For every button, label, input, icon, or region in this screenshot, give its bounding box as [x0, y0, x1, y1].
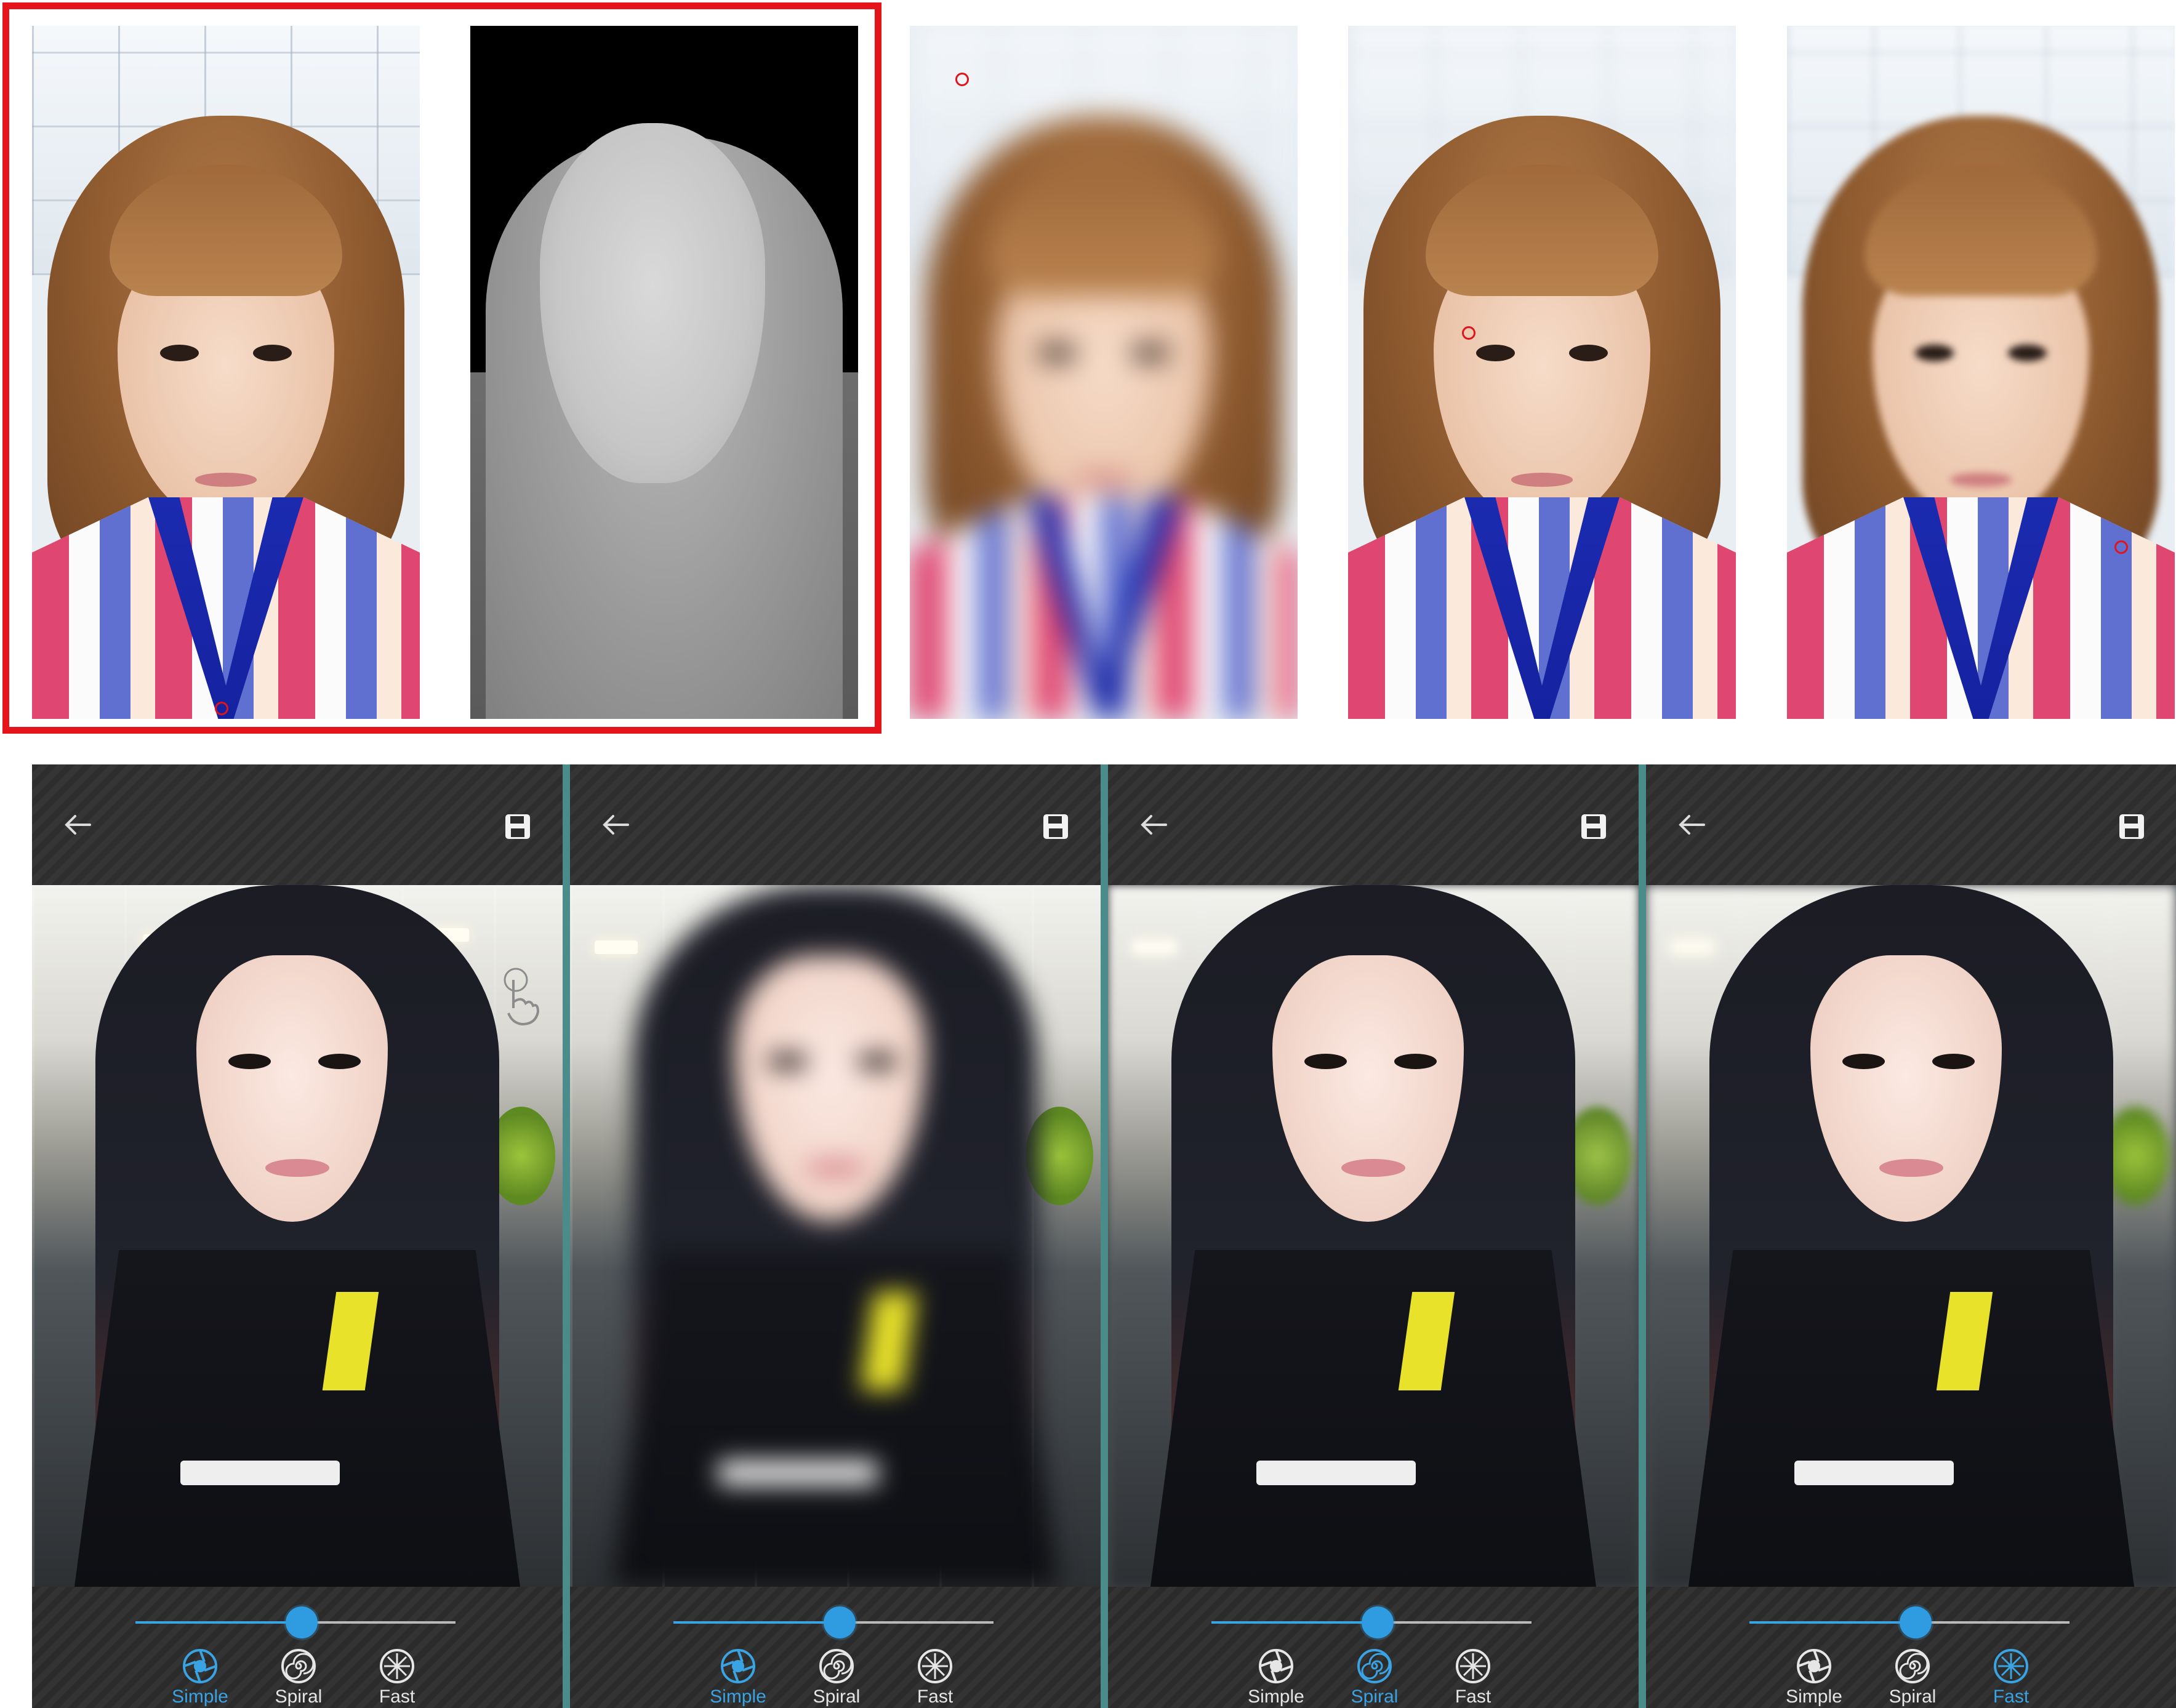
radial-burst-icon	[1994, 1649, 2028, 1683]
spiral-icon	[819, 1649, 854, 1683]
mode-fast-button[interactable]: Fast	[363, 1648, 431, 1707]
mode-simple-button[interactable]: Simple	[704, 1648, 772, 1707]
aperture-icon	[1797, 1649, 1831, 1683]
preview-image[interactable]	[1108, 885, 1639, 1587]
save-icon[interactable]	[1580, 812, 1608, 841]
back-arrow-icon[interactable]	[1673, 806, 1710, 843]
mode-simple-button[interactable]: Simple	[1780, 1648, 1848, 1707]
radial-burst-icon	[1456, 1649, 1490, 1683]
bottom-toolbar: Simple Spiral Fast	[32, 1587, 563, 1708]
app-screen: Simple Spiral Fast	[1646, 764, 2176, 1708]
mode-label: Simple	[172, 1686, 228, 1707]
back-arrow-icon[interactable]	[597, 806, 634, 843]
mode-label: Spiral	[275, 1686, 323, 1707]
mode-spiral-button[interactable]: Spiral	[1879, 1648, 1946, 1707]
mode-fast-button[interactable]: Fast	[1439, 1648, 1507, 1707]
radial-burst-icon	[918, 1649, 952, 1683]
spiral-icon	[1895, 1649, 1930, 1683]
radial-burst-icon	[380, 1649, 414, 1683]
mode-fast-button[interactable]: Fast	[1977, 1648, 2045, 1707]
mode-label: Spiral	[813, 1686, 861, 1707]
slider-thumb[interactable]	[1362, 1606, 1394, 1638]
slider-thumb[interactable]	[286, 1606, 318, 1638]
screen-divider	[563, 764, 570, 1708]
spiral-icon	[1357, 1649, 1392, 1683]
refocus-far	[910, 26, 1298, 719]
save-icon[interactable]	[2118, 812, 2146, 841]
refocus-face	[1348, 26, 1736, 719]
comparison-row	[0, 0, 2176, 739]
screen-divider	[1101, 764, 1108, 1708]
mode-spiral-button[interactable]: Spiral	[803, 1648, 870, 1707]
focus-marker	[2114, 540, 2128, 554]
focus-marker	[955, 73, 969, 86]
refocus-shirt	[1787, 26, 2175, 719]
screen-divider	[1639, 764, 1646, 1708]
slider-thumb[interactable]	[1900, 1606, 1932, 1638]
top-toolbar	[1646, 764, 2176, 885]
mode-label: Fast	[1455, 1686, 1491, 1707]
app-screen: Simple Spiral Fast	[32, 764, 563, 1708]
mode-label: Simple	[710, 1686, 766, 1707]
app-screen: Simple Spiral Fast	[570, 764, 1101, 1708]
preview-image[interactable]	[1646, 885, 2176, 1587]
mode-label: Spiral	[1351, 1686, 1399, 1707]
preview-image[interactable]	[32, 885, 563, 1587]
depth-map	[470, 26, 858, 719]
save-icon[interactable]	[1042, 812, 1070, 841]
top-toolbar	[570, 764, 1101, 885]
bottom-toolbar: Simple Spiral Fast	[570, 1587, 1101, 1708]
mode-label: Simple	[1786, 1686, 1842, 1707]
mode-simple-button[interactable]: Simple	[1242, 1648, 1310, 1707]
mode-label: Fast	[917, 1686, 954, 1707]
spiral-icon	[281, 1649, 316, 1683]
mode-label: Spiral	[1889, 1686, 1937, 1707]
mode-label: Simple	[1248, 1686, 1304, 1707]
preview-image[interactable]	[570, 885, 1101, 1587]
top-toolbar	[32, 764, 563, 885]
aperture-icon	[1259, 1649, 1293, 1683]
save-icon[interactable]	[504, 812, 532, 841]
back-arrow-icon[interactable]	[59, 806, 96, 843]
mode-simple-button[interactable]: Simple	[166, 1648, 234, 1707]
original-photo	[32, 26, 420, 719]
aperture-icon	[721, 1649, 755, 1683]
mode-label: Fast	[1993, 1686, 2029, 1707]
focus-marker	[1462, 326, 1475, 340]
aperture-icon	[183, 1649, 217, 1683]
app-screen: Simple Spiral Fast	[1108, 764, 1639, 1708]
app-screens-row: Simple Spiral Fast Simple Spiral Fast Si…	[0, 764, 2176, 1708]
mode-label: Fast	[379, 1686, 416, 1707]
mode-fast-button[interactable]: Fast	[901, 1648, 969, 1707]
bottom-toolbar: Simple Spiral Fast	[1108, 1587, 1639, 1708]
bottom-toolbar: Simple Spiral Fast	[1646, 1587, 2176, 1708]
back-arrow-icon[interactable]	[1135, 806, 1172, 843]
mode-spiral-button[interactable]: Spiral	[1341, 1648, 1408, 1707]
tap-hand-icon	[504, 968, 540, 1026]
top-toolbar	[1108, 764, 1639, 885]
slider-thumb[interactable]	[824, 1606, 856, 1638]
focus-marker	[215, 702, 228, 715]
mode-spiral-button[interactable]: Spiral	[265, 1648, 332, 1707]
